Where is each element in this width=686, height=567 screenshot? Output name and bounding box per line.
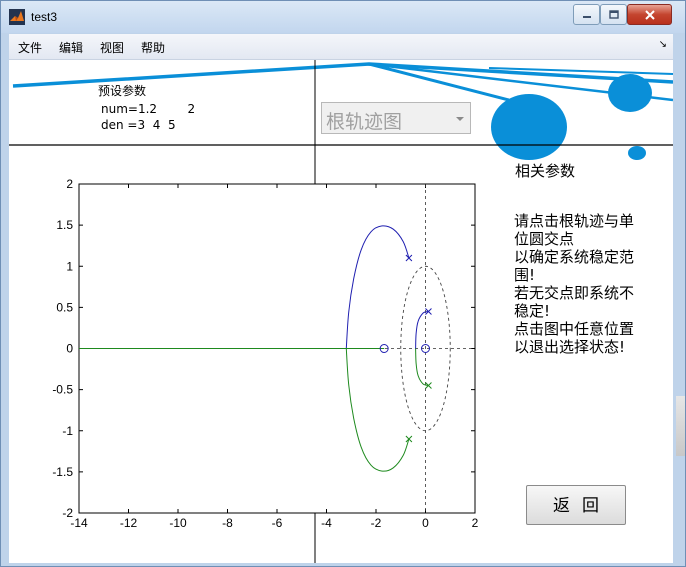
- menu-bar: 文件 编辑 视图 帮助 ↘: [9, 34, 673, 60]
- figure-area: 预设参数 num=1.2 2 den =3 4 5 根轨迹图 -14 -12 -10…: [9, 60, 673, 563]
- x-tick-label: 0: [422, 516, 429, 530]
- instruction-line: 稳定!: [514, 302, 551, 320]
- y-tick-label: 1.5: [56, 218, 73, 232]
- numerator-line: num=1.2 2: [101, 102, 196, 116]
- plot-type-value: 根轨迹图: [326, 111, 403, 133]
- y-tick-label: 0: [66, 342, 73, 356]
- maximize-icon: [608, 9, 619, 19]
- y-tick-label: 0.5: [56, 300, 73, 314]
- instructions-text: 请点击根轨迹与单 位圆交点 以确定系统稳定范 围! 若无交点即系统不 稳定! 点…: [514, 212, 646, 356]
- blue-blot: [608, 74, 652, 112]
- instruction-line: 以确定系统稳定范: [514, 248, 635, 266]
- root-locus-plot[interactable]: -14 -12 -10 -8 -6 -4 -2 0 2-2-1.5-1-0.500.511.52: [9, 145, 509, 563]
- x-tick-label: -6: [272, 516, 283, 530]
- related-params-title: 相关参数: [515, 162, 576, 180]
- x-tick-label: -10: [169, 516, 187, 530]
- y-tick-label: -1: [62, 424, 73, 438]
- menu-edit[interactable]: 编辑: [59, 39, 83, 56]
- instruction-line: 点击图中任意位置: [514, 320, 635, 338]
- y-tick-label: -0.5: [52, 383, 73, 397]
- instruction-line: 位圆交点: [514, 230, 575, 248]
- close-icon: [644, 9, 655, 20]
- menu-file[interactable]: 文件: [18, 39, 42, 56]
- instruction-line: 以退出选择状态!: [514, 338, 626, 356]
- denominator-line: den =3 4 5: [101, 118, 176, 132]
- title-bar[interactable]: test3: [1, 1, 685, 33]
- maximize-button[interactable]: [600, 4, 627, 25]
- x-tick-label: 2: [472, 516, 479, 530]
- y-tick-label: 2: [66, 177, 73, 191]
- chevron-down-icon: [456, 117, 464, 121]
- blue-blot: [628, 146, 646, 160]
- y-tick-label: -2: [62, 506, 73, 520]
- preset-params-title: 预设参数: [98, 84, 147, 98]
- instruction-line: 若无交点即系统不: [514, 284, 635, 302]
- plot-type-select[interactable]: 根轨迹图: [321, 102, 471, 134]
- menu-help[interactable]: 帮助: [141, 39, 165, 56]
- minimize-button[interactable]: [573, 4, 600, 25]
- matlab-icon: [9, 9, 25, 25]
- instruction-line: 围!: [514, 266, 536, 284]
- close-button[interactable]: [627, 4, 672, 25]
- x-tick-label: -2: [371, 516, 382, 530]
- y-tick-label: 1: [66, 259, 73, 273]
- window-title: test3: [31, 10, 58, 24]
- scrollbar-thumb[interactable]: [676, 396, 685, 456]
- app-window: test3 文件 编辑 视图 帮助 ↘ 预设参数 num=1.2 2 den =…: [0, 0, 686, 567]
- menu-view[interactable]: 视图: [100, 39, 124, 56]
- instruction-line: 请点击根轨迹与单: [514, 212, 635, 230]
- x-tick-label: -4: [321, 516, 332, 530]
- x-tick-label: -8: [222, 516, 233, 530]
- menu-dock-arrow-icon[interactable]: ↘: [659, 39, 667, 50]
- minimize-icon: [582, 15, 591, 18]
- x-tick-label: -12: [120, 516, 138, 530]
- y-tick-label: -1.5: [52, 465, 73, 479]
- return-button[interactable]: 返回: [526, 485, 626, 525]
